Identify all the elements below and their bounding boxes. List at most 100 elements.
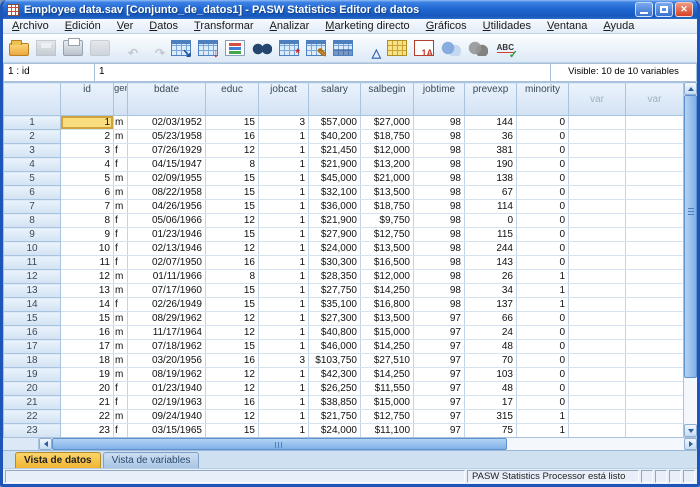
cell-var[interactable] xyxy=(626,158,684,172)
tab-vista-de-variables[interactable]: Vista de variables xyxy=(103,452,200,468)
cell-jobtime-17[interactable]: 97 xyxy=(414,340,465,354)
cell-id-10[interactable]: 10 xyxy=(61,242,114,256)
cell-salary-21[interactable]: $38,850 xyxy=(309,396,361,410)
row-header-19[interactable]: 19 xyxy=(4,368,61,382)
cell-minority-2[interactable]: 0 xyxy=(517,130,569,144)
show-all-variables-icon[interactable] xyxy=(465,35,491,61)
cell-salbegin-17[interactable]: $14,250 xyxy=(361,340,414,354)
menu-ayuda[interactable]: Ayuda xyxy=(596,20,641,32)
cell-educ-4[interactable]: 8 xyxy=(206,158,259,172)
cell-jobcat-13[interactable]: 1 xyxy=(259,284,309,298)
print-icon[interactable] xyxy=(60,35,86,61)
cell-gender-10[interactable]: f xyxy=(114,242,128,256)
cell-salary-17[interactable]: $46,000 xyxy=(309,340,361,354)
cell-educ-15[interactable]: 12 xyxy=(206,312,259,326)
cell-gender-1[interactable]: m xyxy=(114,116,128,130)
cell-jobcat-17[interactable]: 1 xyxy=(259,340,309,354)
cell-jobcat-20[interactable]: 1 xyxy=(259,382,309,396)
cell-prevexp-22[interactable]: 315 xyxy=(465,410,517,424)
cell-bdate-4[interactable]: 04/15/1947 xyxy=(128,158,206,172)
cell-jobcat-16[interactable]: 1 xyxy=(259,326,309,340)
cell-salbegin-10[interactable]: $13,500 xyxy=(361,242,414,256)
goto-variable-icon[interactable]: ↓ xyxy=(195,35,221,61)
column-header-minority[interactable]: minority xyxy=(517,83,569,116)
cell-minority-9[interactable]: 0 xyxy=(517,228,569,242)
cell-bdate-19[interactable]: 08/19/1962 xyxy=(128,368,206,382)
cell-jobtime-7[interactable]: 98 xyxy=(414,200,465,214)
cell-prevexp-1[interactable]: 144 xyxy=(465,116,517,130)
cell-prevexp-8[interactable]: 0 xyxy=(465,214,517,228)
cell-jobcat-5[interactable]: 1 xyxy=(259,172,309,186)
cell-id-12[interactable]: 12 xyxy=(61,270,114,284)
cell-var[interactable] xyxy=(626,424,684,438)
horizontal-scroll-track[interactable] xyxy=(52,438,684,450)
cell-id-4[interactable]: 4 xyxy=(61,158,114,172)
cell-id-3[interactable]: 3 xyxy=(61,144,114,158)
cell-gender-22[interactable]: m xyxy=(114,410,128,424)
row-header-13[interactable]: 13 xyxy=(4,284,61,298)
cell-var[interactable] xyxy=(626,256,684,270)
cell-minority-16[interactable]: 0 xyxy=(517,326,569,340)
tab-vista-de-datos[interactable]: Vista de datos xyxy=(15,452,101,468)
cell-gender-17[interactable]: m xyxy=(114,340,128,354)
menu-archivo[interactable]: Archivo xyxy=(5,20,56,32)
cell-jobcat-23[interactable]: 1 xyxy=(259,424,309,438)
cell-minority-14[interactable]: 1 xyxy=(517,298,569,312)
cell-salbegin-18[interactable]: $27,510 xyxy=(361,354,414,368)
cell-salbegin-16[interactable]: $15,000 xyxy=(361,326,414,340)
cell-jobtime-15[interactable]: 97 xyxy=(414,312,465,326)
cell-prevexp-6[interactable]: 67 xyxy=(465,186,517,200)
row-header-9[interactable]: 9 xyxy=(4,228,61,242)
cell-gender-14[interactable]: f xyxy=(114,298,128,312)
title-bar[interactable]: Employee data.sav [Conjunto_de_datos1] -… xyxy=(3,0,697,19)
column-header-prevexp[interactable]: prevexp xyxy=(465,83,517,116)
cell-id-22[interactable]: 22 xyxy=(61,410,114,424)
insert-variable-icon[interactable]: ✎ xyxy=(303,35,329,61)
column-header-var[interactable]: var xyxy=(626,83,684,116)
cell-jobtime-9[interactable]: 98 xyxy=(414,228,465,242)
cell-educ-12[interactable]: 8 xyxy=(206,270,259,284)
cell-var[interactable] xyxy=(626,200,684,214)
cell-bdate-12[interactable]: 01/11/1966 xyxy=(128,270,206,284)
menu-analizar[interactable]: Analizar xyxy=(263,20,317,32)
variables-icon[interactable] xyxy=(222,35,248,61)
cell-gender-12[interactable]: m xyxy=(114,270,128,284)
cell-gender-3[interactable]: f xyxy=(114,144,128,158)
cell-gender-18[interactable]: m xyxy=(114,354,128,368)
cell-prevexp-5[interactable]: 138 xyxy=(465,172,517,186)
cell-salbegin-12[interactable]: $12,000 xyxy=(361,270,414,284)
cell-bdate-16[interactable]: 11/17/1964 xyxy=(128,326,206,340)
cell-minority-22[interactable]: 1 xyxy=(517,410,569,424)
cell-var[interactable] xyxy=(569,298,626,312)
cell-salary-8[interactable]: $21,900 xyxy=(309,214,361,228)
cell-prevexp-12[interactable]: 26 xyxy=(465,270,517,284)
goto-case-icon[interactable]: ↘ xyxy=(168,35,194,61)
cell-educ-23[interactable]: 15 xyxy=(206,424,259,438)
cell-prevexp-14[interactable]: 137 xyxy=(465,298,517,312)
cell-var[interactable] xyxy=(626,242,684,256)
cell-bdate-13[interactable]: 07/17/1960 xyxy=(128,284,206,298)
cell-jobtime-23[interactable]: 97 xyxy=(414,424,465,438)
use-variable-sets-icon[interactable] xyxy=(438,35,464,61)
cell-minority-18[interactable]: 0 xyxy=(517,354,569,368)
vertical-scroll-track[interactable] xyxy=(684,95,697,424)
cell-var[interactable] xyxy=(626,354,684,368)
cell-id-20[interactable]: 20 xyxy=(61,382,114,396)
pane-splitter-box[interactable] xyxy=(3,438,39,450)
row-header-2[interactable]: 2 xyxy=(4,130,61,144)
cell-gender-7[interactable]: m xyxy=(114,200,128,214)
cell-gender-23[interactable]: f xyxy=(114,424,128,438)
cell-gender-2[interactable]: m xyxy=(114,130,128,144)
cell-bdate-22[interactable]: 09/24/1940 xyxy=(128,410,206,424)
vertical-scroll-thumb[interactable] xyxy=(684,95,697,378)
horizontal-scrollbar[interactable] xyxy=(3,437,697,450)
cell-jobtime-5[interactable]: 98 xyxy=(414,172,465,186)
open-file-icon[interactable] xyxy=(6,35,32,61)
select-cases-icon[interactable] xyxy=(384,35,410,61)
scroll-left-button[interactable] xyxy=(39,438,52,450)
cell-salbegin-1[interactable]: $27,000 xyxy=(361,116,414,130)
weight-cases-icon[interactable]: △ xyxy=(357,35,383,61)
cell-jobtime-11[interactable]: 98 xyxy=(414,256,465,270)
cell-jobtime-3[interactable]: 98 xyxy=(414,144,465,158)
cell-gender-21[interactable]: f xyxy=(114,396,128,410)
